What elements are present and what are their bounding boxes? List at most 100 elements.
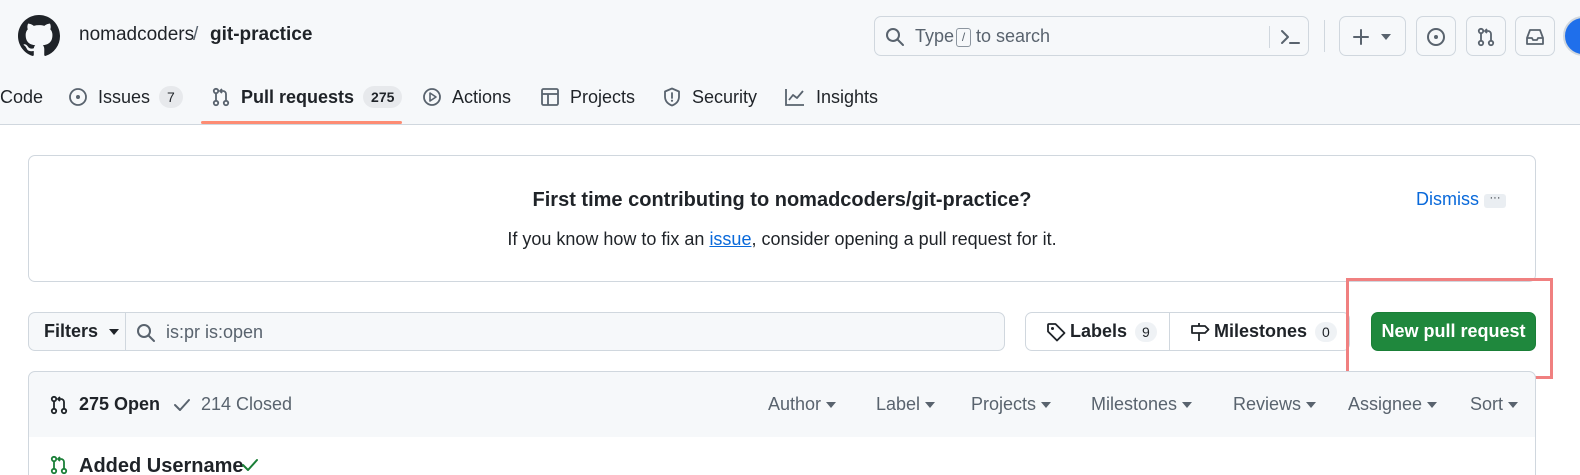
graph-icon [784, 87, 806, 107]
highlight-box [1346, 278, 1553, 379]
filters-dropdown[interactable]: Filters [28, 312, 126, 351]
pull-request-icon [1477, 27, 1495, 47]
banner-body: If you know how to fix an issue, conside… [29, 229, 1535, 250]
check-icon [174, 398, 190, 411]
first-contribution-banner: First time contributing to nomadcoders/g… [28, 155, 1536, 282]
create-new-button[interactable] [1339, 16, 1406, 56]
banner-body-post: , consider opening a pull request for it… [751, 229, 1057, 249]
projects-filter[interactable]: Projects [971, 394, 1052, 415]
open-prs-toggle[interactable]: 275 Open [49, 394, 160, 415]
tab-issues-label: Issues [98, 86, 151, 107]
author-filter-label: Author [768, 394, 822, 414]
pull-request-icon [211, 87, 231, 107]
tab-pull-requests-count: 275 [363, 86, 403, 108]
chevron-down-icon [1306, 401, 1317, 408]
dismiss-button[interactable]: Dismiss [1416, 189, 1479, 210]
tab-code-label: Code [0, 86, 44, 107]
tab-issues[interactable]: Issues 7 [68, 84, 183, 110]
search-placeholder-suffix: to search [976, 26, 1051, 46]
tab-insights[interactable]: Insights [784, 84, 878, 110]
search-shortcut-key: / [956, 28, 971, 47]
user-avatar[interactable] [1563, 16, 1580, 56]
pull-request-icon [50, 395, 68, 414]
tab-security-label: Security [692, 86, 758, 107]
banner-issue-link[interactable]: issue [709, 229, 751, 249]
breadcrumb-separator: / [193, 24, 199, 45]
tab-pull-requests-label: Pull requests [241, 86, 355, 107]
open-count-label: 275 Open [79, 394, 161, 414]
search-icon [885, 27, 905, 47]
chevron-down-icon [1427, 401, 1438, 408]
tab-projects[interactable]: Projects [540, 84, 635, 110]
github-logo-icon[interactable] [18, 15, 60, 57]
tab-actions[interactable]: Actions [422, 84, 511, 110]
pr-search-input[interactable]: is:pr is:open [125, 312, 1005, 351]
pr-list-item[interactable]: Added Username [28, 437, 1536, 475]
milestones-filter-label: Milestones [1091, 394, 1178, 414]
chevron-down-icon [1041, 401, 1052, 408]
your-pull-requests-button[interactable] [1466, 16, 1506, 56]
closed-prs-toggle[interactable]: 214 Closed [173, 394, 292, 415]
banner-body-pre: If you know how to fix an [507, 229, 710, 249]
tab-pull-requests[interactable]: Pull requests 275 [211, 84, 403, 110]
breadcrumb-repo[interactable]: git-practice [210, 24, 312, 46]
tab-issues-count: 7 [159, 86, 183, 108]
chevron-down-icon [1182, 401, 1193, 408]
milestones-label: Milestones [1214, 321, 1308, 341]
search-icon [136, 323, 156, 343]
global-search-input[interactable]: Type / to search [874, 16, 1309, 56]
repo-header: nomadcoders / git-practice Type / to sea… [0, 0, 1580, 125]
reviews-filter-label: Reviews [1233, 394, 1302, 414]
header-divider [1324, 20, 1325, 52]
milestones-button[interactable]: Milestones 0 [1169, 312, 1350, 351]
tab-code[interactable]: Code [0, 84, 43, 110]
reviews-filter[interactable]: Reviews [1233, 394, 1317, 415]
tab-insights-label: Insights [816, 86, 879, 107]
active-tab-underline [201, 121, 402, 124]
your-issues-button[interactable] [1416, 16, 1456, 56]
labels-count: 9 [1135, 321, 1157, 342]
labels-label: Labels [1070, 321, 1128, 341]
milestone-icon [1190, 322, 1210, 342]
assignee-filter-label: Assignee [1348, 394, 1423, 414]
play-icon [422, 87, 442, 107]
shield-icon [662, 87, 682, 107]
search-placeholder-prefix: Type [915, 26, 955, 46]
projects-filter-label: Projects [971, 394, 1037, 414]
milestones-filter[interactable]: Milestones [1091, 394, 1193, 415]
tag-icon [1046, 322, 1066, 342]
filters-label: Filters [44, 321, 99, 341]
more-options-button[interactable]: ··· [1484, 193, 1506, 208]
chevron-down-icon [925, 401, 936, 408]
inbox-button[interactable] [1515, 16, 1555, 56]
tab-security[interactable]: Security [662, 84, 757, 110]
label-filter[interactable]: Label [876, 394, 936, 415]
issue-opened-icon [68, 87, 88, 107]
banner-title: First time contributing to nomadcoders/g… [532, 189, 1032, 211]
tab-projects-label: Projects [570, 86, 636, 107]
sort-dropdown-label: Sort [1470, 394, 1504, 414]
label-filter-label: Label [876, 394, 921, 414]
closed-count-label: 214 Closed [201, 394, 293, 414]
tab-actions-label: Actions [452, 86, 512, 107]
chevron-down-icon [826, 401, 837, 408]
chevron-down-icon [109, 328, 120, 335]
check-icon[interactable] [241, 457, 259, 473]
labels-button[interactable]: Labels 9 [1025, 312, 1170, 351]
chevron-down-icon [1381, 34, 1391, 40]
pr-list-header: 275 Open 214 Closed Author Label Project… [28, 371, 1536, 438]
plus-icon [1353, 29, 1369, 45]
table-icon [540, 87, 560, 107]
assignee-filter[interactable]: Assignee [1348, 394, 1438, 415]
command-palette-icon[interactable] [1279, 27, 1301, 47]
issue-opened-icon [1427, 28, 1445, 46]
milestones-count: 0 [1315, 321, 1337, 342]
breadcrumb-owner[interactable]: nomadcoders [79, 24, 194, 46]
pr-search-query: is:pr is:open [166, 322, 264, 342]
pull-request-open-icon [49, 455, 69, 475]
search-divider [1269, 26, 1270, 48]
inbox-icon [1526, 29, 1544, 45]
pr-title-link[interactable]: Added Username [79, 455, 244, 475]
sort-dropdown[interactable]: Sort [1470, 394, 1519, 415]
author-filter[interactable]: Author [768, 394, 837, 415]
